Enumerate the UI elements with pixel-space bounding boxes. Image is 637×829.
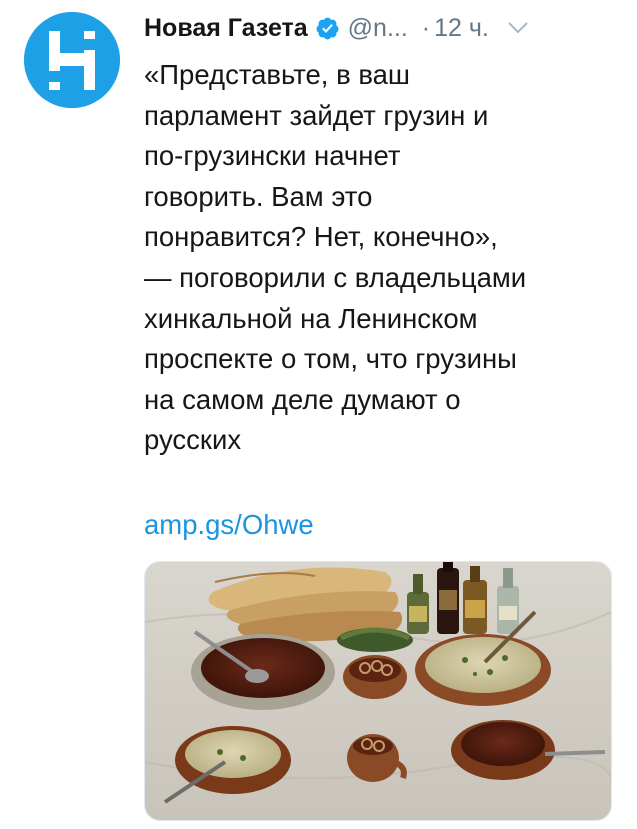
timestamp[interactable]: 12 ч.: [434, 14, 489, 43]
tweet-text-line: русских: [144, 424, 242, 456]
tweet-header: Новая Газета @n... · 12 ч.: [144, 10, 619, 46]
tweet-text-line: говорить. Вам это: [144, 180, 373, 212]
tweet-text-line: «Представьте, в ваш: [144, 59, 410, 90]
verified-badge-icon: [315, 16, 340, 41]
separator-dot: ·: [421, 13, 431, 42]
tweet-media-image[interactable]: [144, 561, 612, 821]
author-name[interactable]: Новая Газета: [144, 14, 308, 43]
article-link[interactable]: amp.gs/Ohwe: [144, 505, 314, 545]
tweet-text: «Представьте, в ваш парламент зайдет гру…: [144, 55, 614, 461]
chevron-down-icon[interactable]: [507, 21, 529, 35]
tweet-text-line: — поговорили с владельцами: [144, 261, 527, 293]
tweet-text-line: понравится? Нет, конечно»,: [144, 221, 498, 253]
tweet-text-line: проспекте о том, что грузины: [144, 343, 517, 375]
novaya-gazeta-logo-icon: [24, 12, 120, 108]
tweet-text-line: по-грузински начнет: [144, 140, 401, 172]
tweet-text-line: парламент зайдет грузин и: [144, 99, 489, 131]
food-photo-icon: [145, 562, 611, 820]
author-handle[interactable]: @n...: [348, 14, 408, 43]
tweet-text-line: хинкальной на Ленинском: [144, 302, 478, 334]
avatar[interactable]: [24, 12, 120, 108]
tweet-text-line: на самом деле думают о: [144, 383, 461, 415]
tweet[interactable]: Новая Газета @n... · 12 ч. «Представьте,…: [0, 0, 637, 829]
